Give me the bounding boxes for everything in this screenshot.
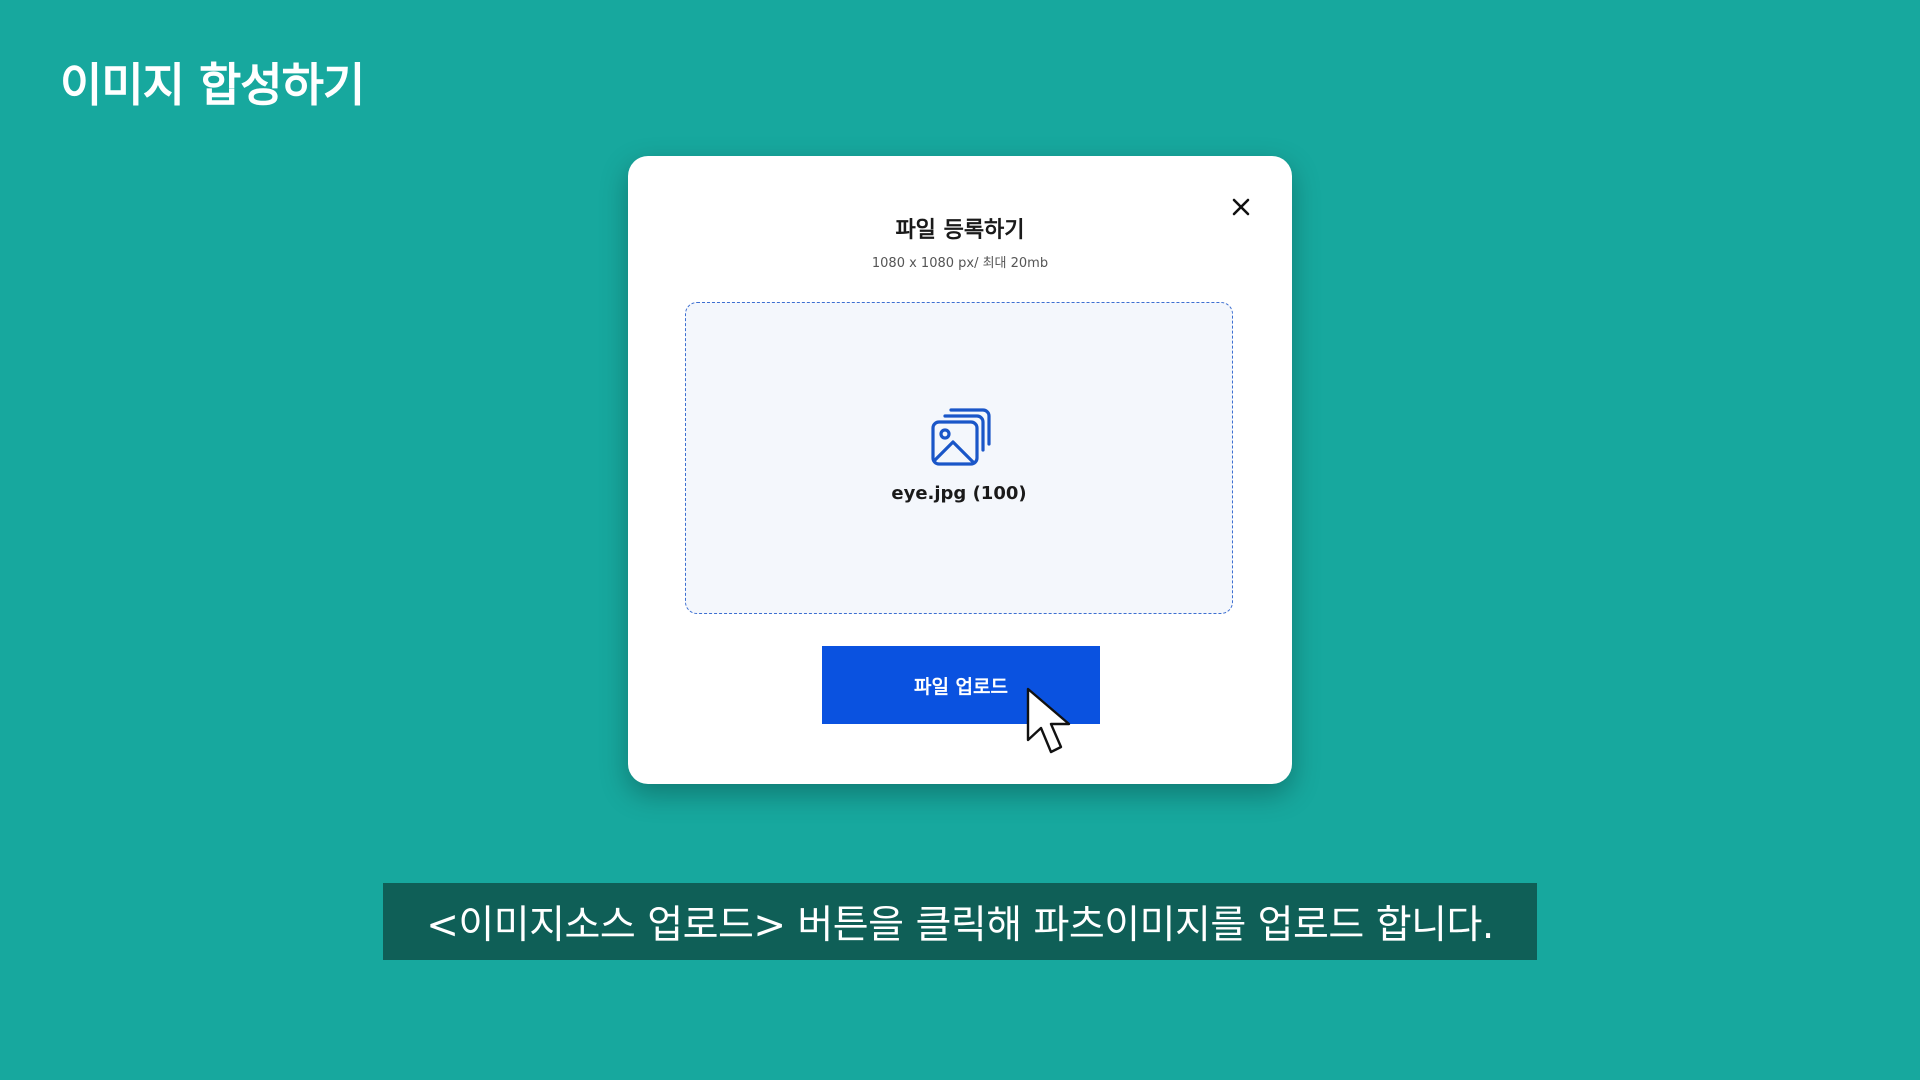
page-title: 이미지 합성하기 bbox=[60, 58, 365, 112]
uploaded-file-name: eye.jpg (100) bbox=[891, 483, 1027, 504]
images-stack-icon bbox=[931, 408, 991, 466]
caption-subtitle: <이미지소스 업로드> 버튼을 클릭해 파츠이미지를 업로드 합니다. bbox=[383, 883, 1537, 960]
file-dropzone[interactable]: eye.jpg (100) bbox=[685, 302, 1233, 614]
mouse-cursor-icon bbox=[1026, 687, 1071, 754]
file-upload-modal: 파일 등록하기 1080 x 1080 px/ 최대 20mb eye.jpg … bbox=[628, 156, 1292, 784]
modal-title: 파일 등록하기 bbox=[895, 218, 1025, 243]
modal-subtitle: 1080 x 1080 px/ 최대 20mb bbox=[871, 256, 1049, 271]
